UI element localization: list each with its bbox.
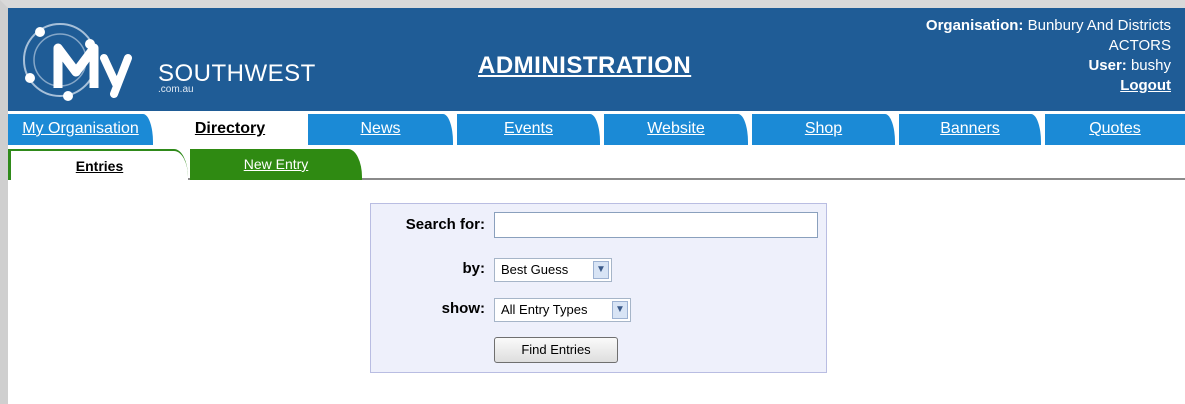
user-name: bushy — [1130, 57, 1171, 74]
search-panel: Search for: by: Best Guess ▼ show: All E… — [370, 203, 827, 373]
subtab-new-entry[interactable]: New Entry — [190, 149, 362, 180]
org-line: Organisation: Bunbury And Districts — [926, 16, 1171, 36]
search-input[interactable] — [494, 212, 818, 238]
tab-website[interactable]: Website — [604, 114, 748, 145]
tab-banners[interactable]: Banners — [899, 114, 1041, 145]
search-by-row: by: Best Guess ▼ — [371, 256, 828, 286]
main-tab-bar: My Organisation Directory News Events We… — [8, 111, 1185, 145]
chevron-down-icon: ▼ — [612, 301, 628, 319]
user-label: User: — [1088, 57, 1127, 74]
header-banner: SOUTHWEST .com.au ADMINISTRATION Organis… — [8, 8, 1185, 111]
show-row: show: All Entry Types ▼ — [371, 296, 828, 326]
tab-directory[interactable]: Directory — [156, 114, 304, 145]
mysouthwest-logo[interactable]: SOUTHWEST .com.au — [18, 18, 315, 104]
search-for-label: Search for: — [405, 216, 485, 233]
search-by-value: Best Guess — [501, 262, 569, 277]
logo-subtext: .com.au — [158, 84, 194, 95]
tab-my-organisation[interactable]: My Organisation — [8, 114, 153, 145]
user-line: User: bushy — [926, 56, 1171, 76]
tab-events[interactable]: Events — [457, 114, 600, 145]
sub-tab-bar: Entries New Entry — [8, 145, 1185, 180]
page-title[interactable]: ADMINISTRATION — [478, 52, 691, 80]
tab-shop[interactable]: Shop — [752, 114, 895, 145]
logout-link[interactable]: Logout — [1120, 77, 1171, 94]
tab-news[interactable]: News — [308, 114, 453, 145]
org-name-line2: ACTORS — [1108, 37, 1171, 54]
find-entries-button[interactable]: Find Entries — [494, 337, 618, 363]
org-name-line1: Bunbury And Districts — [1027, 17, 1171, 34]
entry-type-select[interactable]: All Entry Types ▼ — [494, 298, 631, 322]
show-label: show: — [441, 300, 485, 317]
org-label: Organisation: — [925, 17, 1024, 34]
search-by-select[interactable]: Best Guess ▼ — [494, 258, 612, 282]
entry-type-value: All Entry Types — [501, 302, 588, 317]
subtab-entries[interactable]: Entries — [8, 149, 188, 180]
tab-quotes[interactable]: Quotes — [1045, 114, 1185, 145]
org-user-info: Organisation: Bunbury And Districts ACTO… — [926, 16, 1171, 96]
by-label: by: — [462, 260, 486, 277]
chevron-down-icon: ▼ — [593, 261, 609, 279]
